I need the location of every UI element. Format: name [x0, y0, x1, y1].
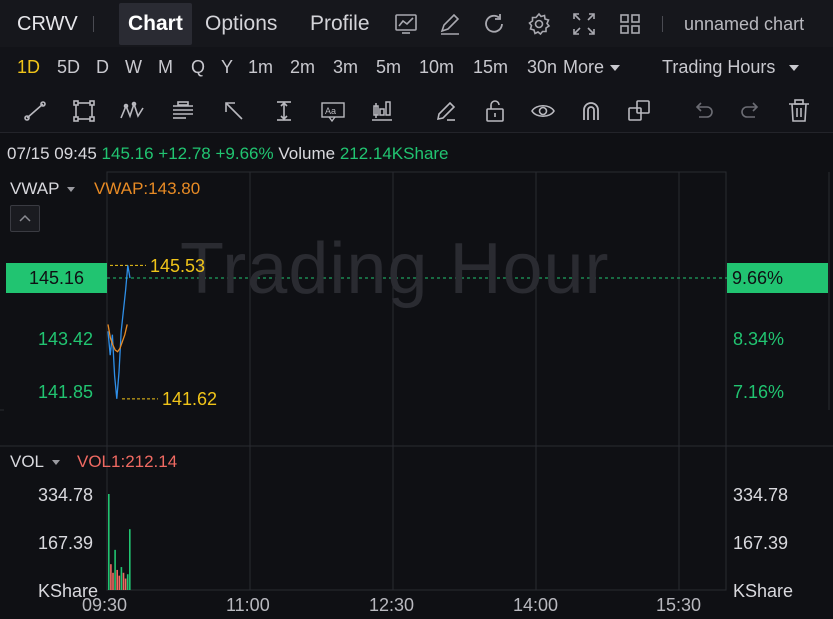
pct-tick: 7.16%: [733, 382, 785, 402]
price-tick: 143.42: [38, 329, 94, 349]
volume-bar: [118, 575, 121, 590]
pct-tick: 8.34%: [733, 329, 785, 349]
volume-indicator-value: VOL1:212.14: [77, 452, 178, 471]
time-tick: 12:30: [369, 595, 415, 615]
indicator-value: VWAP:143.80: [94, 179, 201, 198]
current-price-tag: 145.16: [6, 263, 107, 293]
chevron-up-icon: [19, 214, 31, 222]
volume-indicator-name: VOL: [10, 452, 45, 471]
collapse-button[interactable]: [10, 205, 40, 232]
price-tick: 141.85: [38, 382, 94, 402]
volume-indicator-selector[interactable]: VOL: [10, 452, 66, 472]
high-price-label: 145.53: [150, 256, 206, 276]
indicator-name: VWAP: [10, 179, 60, 198]
volume-bar: [129, 529, 131, 590]
volume-tick: 167.39: [733, 533, 789, 553]
volume-bar: [116, 569, 118, 590]
time-tick: 14:00: [513, 595, 559, 615]
indicator-selector[interactable]: VWAP: [10, 179, 81, 199]
chevron-down-icon: [52, 460, 61, 466]
volume-tick: 167.39: [38, 533, 94, 553]
chevron-down-icon: [67, 187, 76, 193]
volume-bar: [114, 549, 116, 590]
time-tick: 11:00: [226, 595, 270, 615]
time-tick: 15:30: [656, 595, 702, 615]
volume-bar: [126, 574, 129, 590]
volume-bar: [108, 494, 110, 590]
price-line: [107, 265, 131, 399]
volume-unit: KShare: [733, 581, 794, 601]
volume-bar: [112, 572, 114, 590]
volume-bar: [110, 564, 112, 590]
current-pct-tag: 9.66%: [727, 263, 828, 293]
low-price-label: 141.62: [162, 389, 218, 409]
volume-bar: [120, 567, 123, 590]
time-tick: 09:30: [82, 595, 128, 615]
watermark-text: Trading Hour: [180, 229, 610, 309]
volume-bar: [122, 572, 125, 590]
volume-bar: [124, 578, 127, 590]
volume-tick: 334.78: [38, 485, 94, 505]
volume-tick: 334.78: [733, 485, 789, 505]
